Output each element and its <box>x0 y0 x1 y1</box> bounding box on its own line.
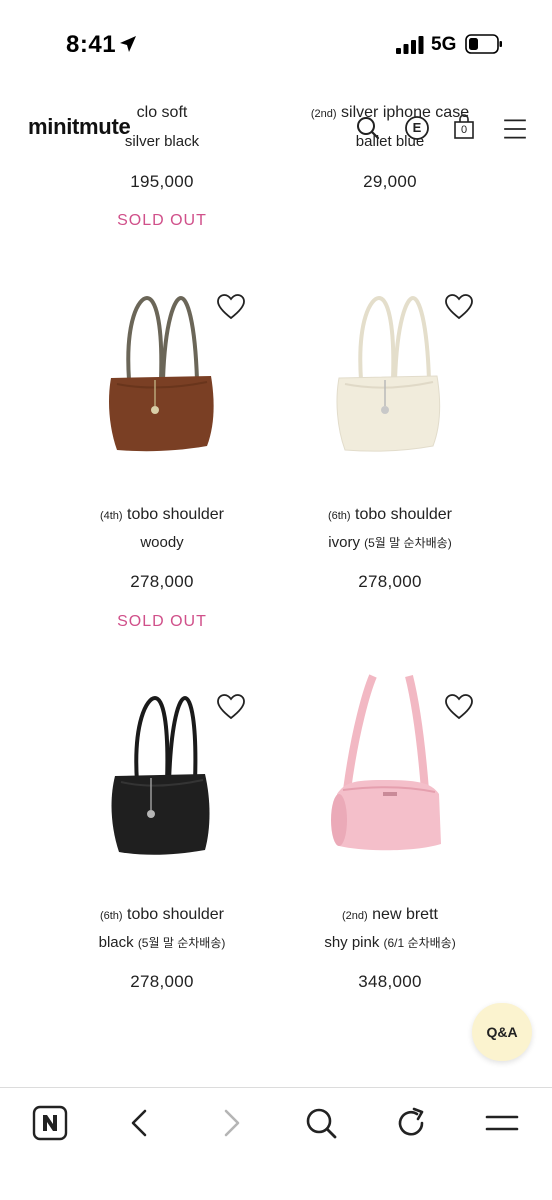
product-title: new brett <box>372 906 438 923</box>
reload-icon[interactable] <box>394 1105 430 1141</box>
sold-out-label: SOLD OUT <box>117 212 207 229</box>
status-bar: 8:41 5G <box>0 0 552 90</box>
product-price: 29,000 <box>363 172 417 191</box>
browser-toolbar <box>0 1087 552 1200</box>
product-title: tobo shoulder <box>355 506 453 523</box>
product-order: (6th) <box>327 510 351 522</box>
event-badge-icon[interactable]: E <box>404 115 430 141</box>
shipping-note: (6/1 순차배송) <box>383 936 456 950</box>
product-color-name: silver black <box>124 133 200 150</box>
product-order: (6th) <box>99 910 123 922</box>
menu-icon[interactable] <box>484 1105 520 1141</box>
wishlist-heart-icon[interactable] <box>444 293 474 321</box>
network-type: 5G <box>431 34 457 55</box>
shipping-note: (5월 말 순차배송) <box>137 936 226 950</box>
product-color: woody <box>47 534 277 551</box>
product-name: (6th) tobo shoulder <box>47 906 277 924</box>
cart-count: 0 <box>460 124 468 136</box>
event-badge-letter: E <box>412 120 422 135</box>
product-title: tobo shoulder <box>127 506 225 523</box>
wishlist-heart-icon[interactable] <box>216 293 246 321</box>
naver-home-icon[interactable] <box>32 1105 68 1141</box>
product-color-name: woody <box>140 534 184 551</box>
search-icon[interactable] <box>303 1105 339 1141</box>
product-price: 348,000 <box>358 972 422 991</box>
product-price: 278,000 <box>358 572 422 591</box>
cart-button[interactable]: 0 <box>452 114 478 140</box>
wishlist-heart-icon[interactable] <box>444 693 474 721</box>
wishlist-heart-icon[interactable] <box>216 693 246 721</box>
product-color-name: black <box>98 934 134 951</box>
product-price: 278,000 <box>130 572 194 591</box>
shipping-note: (5월 말 순차배송) <box>364 536 452 550</box>
product-title: tobo shoulder <box>127 906 225 923</box>
battery-icon <box>465 34 502 54</box>
site-logo[interactable]: minitmute <box>28 114 131 140</box>
product-name: (4th) tobo shoulder <box>47 506 277 524</box>
product-price: 278,000 <box>130 972 194 991</box>
product-color-name: ivory <box>328 534 360 551</box>
product-color: ivory (5월 말 순차배송) <box>275 534 505 551</box>
qna-button[interactable]: Q&A <box>472 1003 532 1061</box>
product-order: (4th) <box>99 510 123 522</box>
location-arrow-icon <box>120 36 136 52</box>
product-name: (6th) tobo shoulder <box>275 506 505 524</box>
search-icon[interactable] <box>355 115 381 141</box>
product-color: shy pink (6/1 순차배송) <box>275 934 505 951</box>
status-time: 8:41 <box>66 31 117 58</box>
signal-bars-icon <box>396 36 424 54</box>
back-icon[interactable] <box>122 1105 158 1141</box>
hamburger-menu-icon[interactable] <box>502 116 528 142</box>
product-name: (2nd) new brett <box>275 906 505 924</box>
forward-icon[interactable] <box>213 1105 249 1141</box>
product-color-name: shy pink <box>324 934 380 951</box>
product-price: 195,000 <box>130 172 194 191</box>
product-color: black (5월 말 순차배송) <box>47 934 277 951</box>
product-order: (2nd) <box>342 910 368 922</box>
product-title: clo soft <box>136 104 188 121</box>
product-order: (2nd) <box>310 108 337 120</box>
sold-out-label: SOLD OUT <box>117 613 207 630</box>
